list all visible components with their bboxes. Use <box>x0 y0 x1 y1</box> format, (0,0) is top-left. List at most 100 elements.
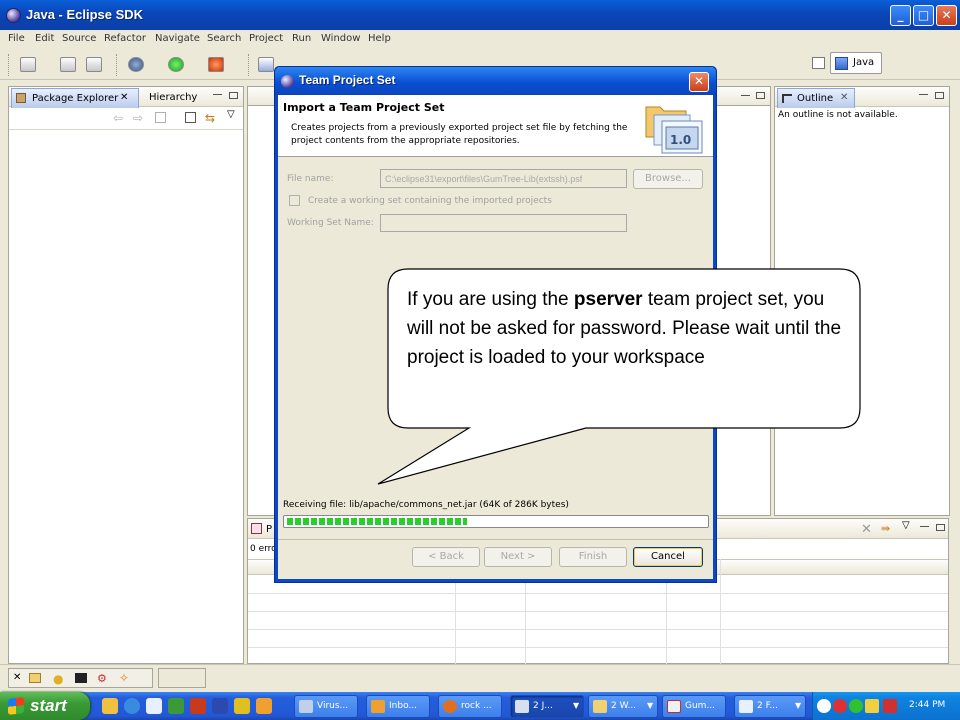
tab-package-explorer[interactable]: Package Explorer ✕ <box>11 88 139 108</box>
back-button[interactable]: < Back <box>412 547 480 567</box>
powerpoint-quicklaunch-icon[interactable] <box>190 698 206 714</box>
filter-icon[interactable]: ⇛ <box>881 522 890 535</box>
bulb-icon[interactable]: ● <box>53 672 63 686</box>
external-tools-icon[interactable] <box>208 57 224 72</box>
maximize-view-icon[interactable] <box>229 92 238 99</box>
maximize-button[interactable]: □ <box>913 5 934 26</box>
taskbar-button-label: Inbo... <box>389 701 418 711</box>
menu-navigate[interactable]: Navigate <box>155 33 200 44</box>
taskbar-button-label: 2 W... <box>611 701 637 711</box>
menu-file[interactable]: File <box>8 33 25 44</box>
working-set-checkbox-label: Create a working set containing the impo… <box>308 196 552 206</box>
outline-icon <box>782 94 792 103</box>
tray-expand-icon[interactable] <box>817 699 831 713</box>
next-button[interactable]: Next > <box>484 547 552 567</box>
misc-quicklaunch-icon[interactable] <box>256 698 272 714</box>
working-set-name-field[interactable] <box>380 214 627 232</box>
dialog-close-button[interactable]: ✕ <box>689 72 709 92</box>
run-icon[interactable] <box>168 57 184 72</box>
minimize-button[interactable]: _ <box>890 5 911 26</box>
word-quicklaunch-icon[interactable] <box>212 698 228 714</box>
taskbar-button[interactable]: Gum... <box>662 695 726 718</box>
navigator-icon[interactable]: ✧ <box>119 671 129 685</box>
antivirus-tray-icon[interactable] <box>833 699 847 713</box>
perspective-switcher[interactable]: Java <box>830 52 882 74</box>
menu-refactor[interactable]: Refactor <box>104 33 146 44</box>
close-button[interactable]: ✕ <box>936 5 957 26</box>
taskbar-button[interactable]: Inbo... <box>366 695 430 718</box>
tasks-icon[interactable] <box>29 673 41 683</box>
menu-bar: File Edit Source Refactor Navigate Searc… <box>0 30 960 48</box>
shield-tray-icon[interactable] <box>883 699 897 713</box>
collapse-all-icon[interactable] <box>185 112 196 123</box>
new-java-project-icon[interactable] <box>258 57 274 72</box>
finish-button[interactable]: Finish <box>559 547 627 567</box>
breakpoints-icon[interactable]: ⚙ <box>97 672 107 685</box>
security-tray-icon[interactable] <box>865 699 879 713</box>
row-line <box>248 629 948 630</box>
view-menu-icon[interactable]: ▽ <box>227 109 235 120</box>
back-icon[interactable]: ⇦ <box>113 111 123 125</box>
working-set-checkbox[interactable] <box>289 195 300 206</box>
start-button[interactable]: start <box>0 692 90 720</box>
close-tab-icon[interactable]: ✕ <box>840 92 848 103</box>
link-editor-icon[interactable]: ⇆ <box>205 111 215 125</box>
folder-icon <box>593 700 607 713</box>
dialog-header: Import a Team Project Set Creates projec… <box>278 95 713 157</box>
taskbar-button-active[interactable]: 2 J... ▼ <box>510 695 584 718</box>
menu-project[interactable]: Project <box>249 33 283 44</box>
import-wizard-icon: 1.0 <box>645 106 703 154</box>
callout-text: If you are using the pserver team projec… <box>407 285 847 372</box>
tab-outline-label: Outline <box>797 93 834 104</box>
maximize-view-icon[interactable] <box>936 524 945 531</box>
excel-quicklaunch-icon[interactable] <box>168 698 184 714</box>
up-icon[interactable] <box>155 112 166 123</box>
save-icon[interactable] <box>60 57 76 72</box>
print-icon[interactable] <box>86 57 102 72</box>
forward-icon[interactable]: ⇨ <box>133 111 143 125</box>
editor-minimize-icon[interactable] <box>741 95 750 97</box>
tab-outline[interactable]: Outline ✕ <box>777 88 855 108</box>
tab-problems[interactable]: P <box>266 524 272 535</box>
menu-source[interactable]: Source <box>62 33 96 44</box>
taskbar-button[interactable]: Virus... <box>294 695 358 718</box>
network-tray-icon[interactable] <box>849 699 863 713</box>
editor-maximize-icon[interactable] <box>756 92 765 99</box>
ie-quicklaunch-icon[interactable] <box>124 698 140 714</box>
browse-button[interactable]: Browse... <box>633 169 703 189</box>
explorer-quicklaunch-icon[interactable] <box>102 698 118 714</box>
minimize-view-icon[interactable] <box>920 526 929 528</box>
minimize-view-icon[interactable] <box>213 94 222 96</box>
new-icon[interactable] <box>20 57 36 72</box>
app-quicklaunch-icon[interactable] <box>146 698 162 714</box>
button-separator <box>278 539 713 540</box>
fast-view-icon[interactable]: ✕ <box>13 672 21 683</box>
cancel-button[interactable]: Cancel <box>633 547 703 567</box>
taskbar-button[interactable]: 2 F... ▼ <box>734 695 806 718</box>
menu-help[interactable]: Help <box>368 33 391 44</box>
dialog-heading: Import a Team Project Set <box>283 101 445 114</box>
taskbar-button-label: 2 J... <box>533 701 553 711</box>
file-name-field[interactable] <box>380 169 627 188</box>
close-tab-icon[interactable]: ✕ <box>120 92 128 103</box>
debug-icon[interactable] <box>128 57 144 72</box>
menu-search[interactable]: Search <box>207 33 241 44</box>
java-perspective-icon <box>835 57 848 70</box>
minimize-view-icon[interactable] <box>919 94 928 96</box>
taskbar-button[interactable]: 2 W... ▼ <box>588 695 658 718</box>
view-menu-icon[interactable]: ▽ <box>902 520 910 531</box>
menu-window[interactable]: Window <box>321 33 360 44</box>
menu-run[interactable]: Run <box>292 33 311 44</box>
open-perspective-icon[interactable] <box>812 57 825 69</box>
menu-edit[interactable]: Edit <box>35 33 54 44</box>
fast-view-bar: ✕ ● ⚙ ✧ <box>8 668 153 688</box>
delete-icon[interactable]: ✕ <box>861 522 872 537</box>
taskbar-button[interactable]: rock ... <box>438 695 502 718</box>
package-explorer-panel: Package Explorer ✕ Hierarchy ⇦ ⇨ ⇆ ▽ <box>8 86 244 664</box>
file-name-label: File name: <box>287 174 334 184</box>
firefox-icon <box>443 700 457 713</box>
tab-hierarchy[interactable]: Hierarchy <box>149 92 197 103</box>
console-icon[interactable] <box>75 673 87 683</box>
maximize-view-icon[interactable] <box>935 92 944 99</box>
tool-quicklaunch-icon[interactable] <box>234 698 250 714</box>
